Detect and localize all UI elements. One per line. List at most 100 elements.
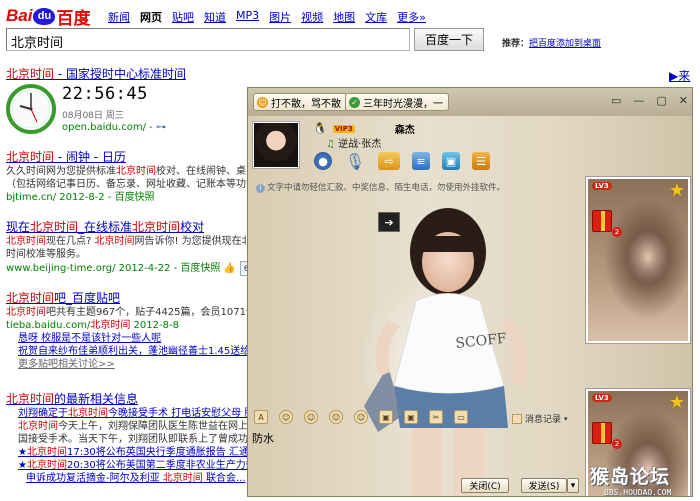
level-badge: LV3 (592, 394, 612, 402)
send-button[interactable]: 发送(S) (521, 478, 567, 493)
mic-icon[interactable]: 🎙 (344, 152, 366, 171)
close-button[interactable]: 关闭(C) (461, 478, 509, 493)
tieba-thread-link[interactable]: 恳呀 校服是不是该针对一些人呢 (6, 332, 268, 345)
result-url[interactable]: bjtime.cn/ 2012-8-2 - 百度快照 (6, 191, 268, 204)
keyword-highlight: 北京时间 (6, 150, 55, 164)
forum-watermark: 猴岛论坛 BBS.HOUDAO.COM (590, 462, 698, 500)
level-badge: LV3 (592, 182, 612, 190)
keyword-highlight: 北京时间 (68, 408, 108, 419)
result-snippet: 北京时间现在几点? 北京时间网告诉你! 为您提供现在北 (6, 236, 252, 247)
chat-tab-1[interactable]: ☺ 打不散，骂不散 (253, 93, 347, 111)
nav-video[interactable]: 视频 (301, 9, 323, 25)
emoji-icon[interactable]: ☺ (279, 410, 293, 424)
watermark-sub: BBS.HOUDAO.COM (604, 488, 672, 497)
keyword-highlight: 北京时间 (116, 166, 156, 177)
chat-tab-2[interactable]: ✓ 三年时光漫漫，一 (345, 93, 449, 111)
result-title[interactable]: 北京时间 - 闹钟 - 日历 (6, 149, 268, 165)
nav-wenku[interactable]: 文库 (365, 9, 387, 25)
result-title[interactable]: 北京时间的最新相关信息 (6, 391, 268, 407)
gift-icon[interactable] (592, 210, 612, 232)
result-time-widget: 北京时间 - 国家授时中心标准时间 (6, 66, 268, 82)
info-icon: i (256, 184, 265, 193)
scissors-icon[interactable]: ✂ (429, 410, 443, 424)
minimize-icon[interactable]: — (633, 94, 644, 107)
recommend-link[interactable]: 把百度添加到桌面 (529, 39, 601, 49)
nav-mp3[interactable]: MP3 (236, 9, 259, 25)
news-link[interactable]: 申诉成功复活摘金-阿尔及利亚 北京时间 联合会... (6, 472, 268, 485)
result-title[interactable]: 北京时间吧_百度贴吧 (6, 290, 268, 306)
font-icon[interactable]: A (254, 410, 268, 424)
more-tools-icon[interactable]: ▭ (454, 410, 468, 424)
nav-zhidao[interactable]: 知道 (204, 9, 226, 25)
thumbs-up-icon[interactable]: 👍 (223, 263, 235, 274)
recommend-bar: 推荐：把百度添加到桌面 (502, 36, 601, 49)
voice-message-icon[interactable]: ☺ (354, 410, 368, 424)
qq-titlebar[interactable]: ☺ 打不散，骂不散 ✓ 三年时光漫漫，一 ▭ — ▢ ✕ (248, 88, 692, 116)
screen-icon[interactable]: ▣ (442, 152, 460, 170)
keyword-highlight: 北京时间 (94, 236, 135, 247)
magic-emoji-icon[interactable]: ☺ (304, 410, 318, 424)
news-link[interactable]: ★北京时间20:30将公布美国第二季度非农业生产力数 (6, 459, 268, 472)
message-record-button[interactable]: 消息记录 ▾ (512, 412, 568, 425)
current-date: 08月08日 周三 (62, 111, 124, 121)
result-url-text[interactable]: www.beijing-time.org/ 2012-4-22 - 百度快照 (6, 263, 220, 274)
video-show-card[interactable]: LV3 ★ 2 (586, 177, 690, 343)
nav-map[interactable]: 地图 (333, 9, 355, 25)
recommend-label: 推荐： (502, 39, 530, 49)
tieba-thread-link[interactable]: 祝贺自来纱布佳弟顺利出关，蓬池幽径善士1.45送给自 (6, 345, 268, 358)
baidu-logo[interactable]: Bai du 百度 (6, 6, 96, 29)
keyword-highlight: 北京时间 (6, 236, 46, 247)
qq-chat-window: ☺ 打不散，骂不散 ✓ 三年时光漫漫，一 ▭ — ▢ ✕ 🐧 VIP3 森杰 ♫… (247, 87, 693, 497)
menu-icon[interactable]: ☰ (472, 152, 490, 170)
nav-more[interactable]: 更多» (397, 9, 426, 25)
title-highlight: 北京时间 (6, 150, 54, 164)
close-icon[interactable]: ✕ (679, 94, 688, 107)
download-icon: ➔ (378, 212, 400, 232)
nav-tieba[interactable]: 贴吧 (172, 9, 194, 25)
app-icon[interactable]: ≡ (412, 152, 430, 170)
group-icon: ☺ (257, 96, 268, 108)
video-icon[interactable]: ● (314, 152, 332, 170)
search-input[interactable]: 北京时间 (6, 28, 410, 51)
news-link[interactable]: 刘翔确定于北京时间今晚接受手术 打电话安慰父母 腾讯 (6, 407, 268, 420)
screen: Bai du 百度 新闻 网页 贴吧 知道 MP3 图片 视频 地图 文库 更多… (0, 0, 700, 501)
news-snippet: 北京时间今天上午，刘翔保障团队医生陈世益在网上发表 (18, 421, 268, 432)
result-snippet: （包括网络记事日历、备忘录、网址收藏、记账本等功能 (6, 179, 256, 190)
keyword-highlight: 北京时间 (30, 220, 79, 234)
watermark-main: 猴岛论坛 (590, 466, 671, 488)
send-options-chevron-icon[interactable]: ▾ (567, 478, 579, 493)
result-url: www.beijing-time.org/ 2012-4-22 - 百度快照👍6… (6, 261, 268, 276)
keyword-highlight: 北京时间 (26, 447, 67, 458)
shake-icon[interactable]: ☺ (329, 410, 343, 424)
star-icon: ★ (668, 180, 685, 201)
vip-badge: VIP3 (332, 124, 355, 133)
chevron-down-icon: ▾ (564, 414, 568, 423)
link-icon[interactable]: ⊶ (156, 122, 166, 133)
result-title[interactable]: 北京时间 - 国家授时中心标准时间 (6, 66, 268, 82)
more-tieba-link[interactable]: 更多贴吧相关讨论>> (6, 358, 268, 371)
folder-icon[interactable]: ⇨ (378, 152, 400, 170)
contact-signature: ♫ 逆战·张杰 (326, 135, 381, 150)
keyword-highlight: 北京时间 (6, 307, 46, 318)
skin-icon[interactable]: ▭ (611, 94, 621, 107)
qq-body: 🐧 VIP3 森杰 ♫ 逆战·张杰 ● 🎙 ⇨ ≡ ▣ ☰ i 文字中请勿轻信汇款… (248, 116, 692, 496)
nav-news[interactable]: 新闻 (108, 9, 130, 25)
nav-images[interactable]: 图片 (269, 9, 291, 25)
security-hint: i 文字中请勿轻信汇款、中奖信息、陌生电话，勿使用外挂软件。 (256, 181, 505, 193)
check-icon: ✓ (349, 96, 360, 108)
keyword-highlight: 北京时间 (6, 291, 55, 305)
image-icon[interactable]: ▣ (379, 410, 393, 424)
music-share-icon[interactable]: ▣ (404, 410, 418, 424)
keyword-highlight: 北京时间 (6, 392, 55, 406)
avatar[interactable] (253, 122, 299, 168)
nav-web[interactable]: 网页 (140, 9, 162, 25)
search-button[interactable]: 百度一下 (414, 28, 484, 51)
message-record-label: 消息记录 (525, 415, 562, 425)
news-link[interactable]: ★北京时间17:30将公布英国央行季度通胀报告 汇通网 (6, 446, 268, 459)
result-url[interactable]: tieba.baidu.com/北京时间 2012-8-8 (6, 319, 268, 332)
qq-penguin-icon: 🐧 (313, 122, 327, 135)
result-title[interactable]: 现在北京时间_在线标准北京时间校对 (6, 219, 268, 235)
result-url: open.baidu.com/ - ⊶ (62, 122, 166, 133)
chat-toolbar: ● 🎙 ⇨ ≡ ▣ ☰ (314, 152, 490, 171)
maximize-icon[interactable]: ▢ (656, 94, 666, 107)
